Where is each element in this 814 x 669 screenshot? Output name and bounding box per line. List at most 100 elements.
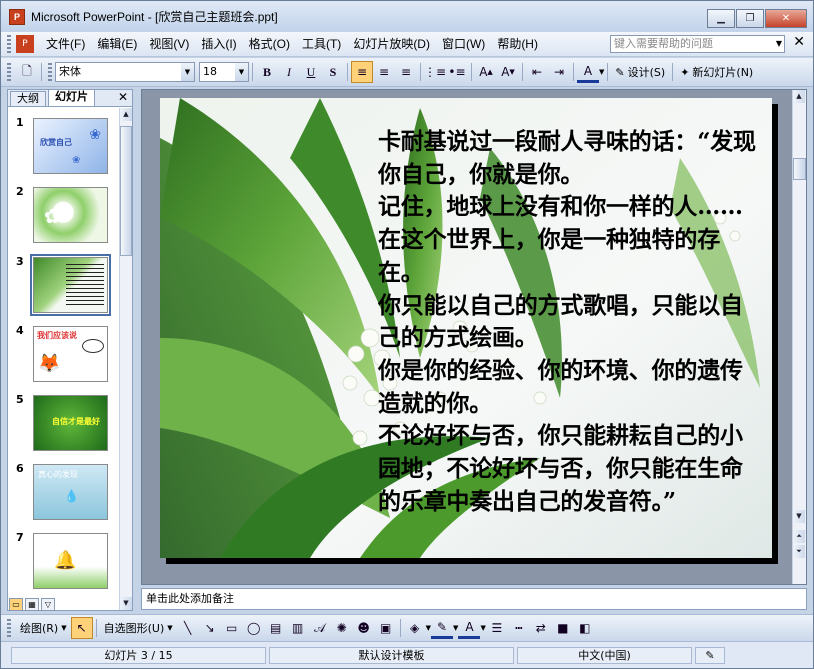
line-color-icon[interactable]: ✎ (431, 617, 454, 639)
draw-menu-button[interactable]: 绘图(R) ▼ (16, 620, 71, 636)
increase-indent-icon[interactable]: ⇥ (548, 61, 570, 83)
help-search-input[interactable]: 键入需要帮助的问题 ▼ (610, 35, 785, 53)
toolbar-grip[interactable] (48, 63, 52, 81)
new-document-icon[interactable]: 🗋 (16, 61, 38, 83)
thumb-text: 欣赏自己 (40, 138, 72, 147)
align-center-icon[interactable]: ≡ (373, 61, 395, 83)
menu-help[interactable]: 帮助(H) (491, 34, 544, 54)
close-icon[interactable]: ✕ (118, 90, 128, 104)
font-color-icon[interactable]: A (577, 61, 599, 83)
menu-insert[interactable]: 插入(I) (195, 34, 242, 54)
close-icon: ✕ (781, 13, 791, 24)
increase-font-icon[interactable]: A ▲ (475, 61, 497, 83)
toolbar-grip[interactable] (7, 35, 11, 53)
bullets-icon[interactable]: •≡ (446, 61, 468, 83)
toolbar-grip[interactable] (7, 63, 11, 81)
font-name-select[interactable]: 宋体 ▼ (55, 62, 195, 82)
arrow-icon[interactable]: ↘ (199, 617, 221, 639)
menu-file[interactable]: 文件(F) (40, 34, 91, 54)
decrease-indent-icon[interactable]: ⇤ (526, 61, 548, 83)
dash-style-icon[interactable]: ┅ (508, 617, 530, 639)
slideshow-icon[interactable]: ▽ (41, 598, 55, 611)
font-size-select[interactable]: 18 ▼ (199, 62, 249, 82)
wordart-icon[interactable]: 𝒜 (309, 617, 331, 639)
powerpoint-app-icon[interactable]: P (9, 8, 25, 25)
close-button[interactable]: ✕ (765, 9, 807, 28)
scroll-up-icon[interactable]: ▲ (120, 108, 132, 121)
numbering-icon[interactable]: ⋮≡ (424, 61, 446, 83)
slides-pane-scrollbar[interactable]: ▲ ▼ (119, 108, 132, 610)
chevron-down-icon[interactable]: ▼ (235, 63, 248, 81)
menu-slideshow[interactable]: 幻灯片放映(D) (347, 34, 436, 54)
scroll-down-icon[interactable]: ▼ (793, 510, 805, 523)
notes-pane[interactable]: 单击此处添加备注 (141, 588, 807, 610)
chevron-down-icon[interactable]: ▼ (599, 68, 604, 76)
chevron-down-icon[interactable]: ▼ (776, 36, 782, 52)
slide-thumbnail-5[interactable]: 5 自信才是最好 (8, 393, 120, 453)
textbox-icon[interactable]: ▤ (265, 617, 287, 639)
menu-window[interactable]: 窗口(W) (436, 34, 491, 54)
font-color-icon[interactable]: A (458, 617, 481, 639)
tab-outline[interactable]: 大纲 (10, 91, 46, 106)
design-button[interactable]: ✎ 设计(S) (611, 64, 669, 80)
clipart-icon[interactable]: ☻ (353, 617, 375, 639)
line-style-icon[interactable]: ☰ (486, 617, 508, 639)
document-icon[interactable]: P (16, 35, 34, 53)
toolbar-grip[interactable] (7, 619, 11, 637)
speech-bubble-icon (82, 339, 104, 353)
editor-scrollbar[interactable]: ▲ ▼ ⏶ ⏷ (792, 90, 806, 584)
scroll-down-icon[interactable]: ▼ (120, 597, 132, 610)
slide-thumbnail-3[interactable]: 3 (8, 254, 120, 316)
shadow-icon[interactable]: S (322, 61, 344, 83)
select-pointer-icon[interactable]: ↖ (70, 617, 93, 639)
scroll-up-icon[interactable]: ▲ (793, 90, 805, 103)
scroll-thumb[interactable] (120, 126, 132, 256)
menu-format[interactable]: 格式(O) (243, 34, 296, 54)
menu-edit[interactable]: 编辑(E) (91, 34, 143, 54)
spelling-icon[interactable]: ✎ (695, 646, 725, 664)
shadow-style-icon[interactable]: ■ (552, 617, 574, 639)
slide-canvas[interactable]: 卡耐基说过一段耐人寻味的话：“发现你自己，你就是你。 记住，地球上没有和你一样的… (160, 98, 772, 558)
minimize-button[interactable]: ▁ (707, 9, 735, 28)
thumb-text-lines (66, 264, 104, 308)
vertical-textbox-icon[interactable]: ▥ (287, 617, 309, 639)
next-slide-icon[interactable]: ⏷ (793, 545, 805, 558)
italic-icon[interactable]: I (278, 61, 300, 83)
slide-thumbnail-7[interactable]: 7 🔔 (8, 531, 120, 591)
menu-tools[interactable]: 工具(T) (296, 34, 347, 54)
diagram-icon[interactable]: ✺ (331, 617, 353, 639)
autoshapes-button[interactable]: 自选图形(U) ▼ (100, 620, 177, 636)
arrow-style-icon[interactable]: ⇄ (530, 617, 552, 639)
slide-thumbnail-4[interactable]: 4 我们应该说 🦊 (8, 324, 120, 384)
fill-color-icon[interactable]: ◈ (404, 617, 426, 639)
align-right-icon[interactable]: ≡ (395, 61, 417, 83)
slide-thumbnails: 1 欣赏自己 ❀ ❀ 2 ✿ 3 4 我们应该说 🦊 5 自信才是最好 6 真心… (8, 108, 120, 604)
bold-icon[interactable]: B (256, 61, 278, 83)
decrease-font-icon[interactable]: A ▼ (497, 61, 519, 83)
3d-style-icon[interactable]: ◧ (574, 617, 596, 639)
slide-thumbnail-2[interactable]: 2 ✿ (8, 185, 120, 245)
slide-sorter-icon[interactable]: ▦ (25, 598, 39, 611)
tab-slides[interactable]: 幻灯片 (48, 89, 95, 106)
document-close-icon[interactable]: ✕ (793, 34, 805, 50)
slide-thumbnail-1[interactable]: 1 欣赏自己 ❀ ❀ (8, 116, 120, 176)
status-language: 中文(中国) (517, 646, 692, 664)
status-template[interactable]: 默认设计模板 (269, 646, 514, 664)
line-icon[interactable]: ╲ (177, 617, 199, 639)
picture-icon[interactable]: ▣ (375, 617, 397, 639)
menu-view[interactable]: 视图(V) (143, 34, 195, 54)
previous-slide-icon[interactable]: ⏶ (793, 530, 805, 543)
rectangle-icon[interactable]: ▭ (221, 617, 243, 639)
align-left-icon[interactable]: ≡ (351, 61, 373, 83)
scroll-thumb[interactable] (793, 158, 806, 180)
chevron-down-icon[interactable]: ▼ (181, 63, 194, 81)
new-slide-button[interactable]: ✦ 新幻灯片(N) (676, 64, 757, 80)
slide-paragraph: 不论好坏与否，你只能耕耘自己的小园地；不论好坏与否，你只能在生命的乐章中奏出自己… (378, 422, 743, 515)
oval-icon[interactable]: ◯ (243, 617, 265, 639)
slide-body-text[interactable]: 卡耐基说过一段耐人寻味的话：“发现你自己，你就是你。 记住，地球上没有和你一样的… (378, 126, 758, 518)
minimize-icon: ▁ (717, 13, 725, 24)
normal-view-icon[interactable]: ▭ (9, 598, 23, 611)
maximize-button[interactable]: ❐ (736, 9, 764, 28)
underline-icon[interactable]: U (300, 61, 322, 83)
slide-thumbnail-6[interactable]: 6 真心的发现 💧 (8, 462, 120, 522)
